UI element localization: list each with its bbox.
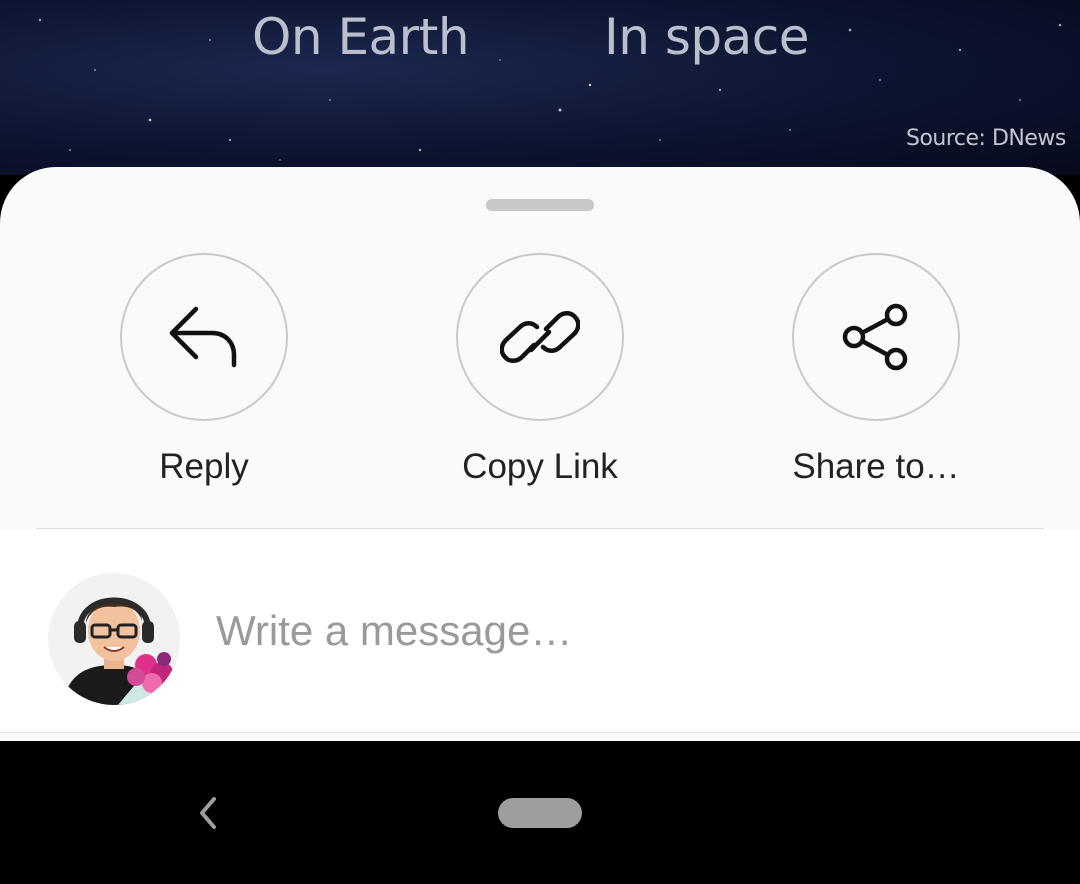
image-label-on-earth: On Earth <box>252 8 470 66</box>
avatar <box>48 573 180 705</box>
drag-handle[interactable] <box>486 199 594 211</box>
share-to-button[interactable] <box>792 253 960 421</box>
image-label-in-space: In space <box>604 8 810 66</box>
message-input[interactable] <box>216 601 1036 661</box>
share-to-label: Share to… <box>792 447 960 486</box>
share-icon <box>842 303 908 371</box>
image-source-caption: Source: DNews <box>906 126 1066 151</box>
reply-action[interactable]: Reply <box>84 253 324 493</box>
reply-label: Reply <box>159 447 249 486</box>
copy-link-action[interactable]: Copy Link <box>420 253 660 493</box>
bitmoji-avatar-icon <box>62 597 173 705</box>
chevron-left-icon[interactable] <box>190 793 226 833</box>
message-composer <box>0 529 1080 732</box>
system-nav-bar <box>0 741 1080 884</box>
reply-arrow-icon <box>169 306 237 368</box>
composer-bottom-border <box>0 732 1080 733</box>
reply-button[interactable] <box>120 253 288 421</box>
copy-link-label: Copy Link <box>462 447 618 486</box>
link-icon <box>500 311 580 363</box>
share-sheet: Reply Copy Link Share to… Write a messag… <box>0 167 1080 741</box>
copy-link-button[interactable] <box>456 253 624 421</box>
background-image: On Earth In space Source: DNews <box>0 0 1080 175</box>
share-to-action[interactable]: Share to… <box>756 253 996 493</box>
home-pill-icon[interactable] <box>498 798 582 828</box>
